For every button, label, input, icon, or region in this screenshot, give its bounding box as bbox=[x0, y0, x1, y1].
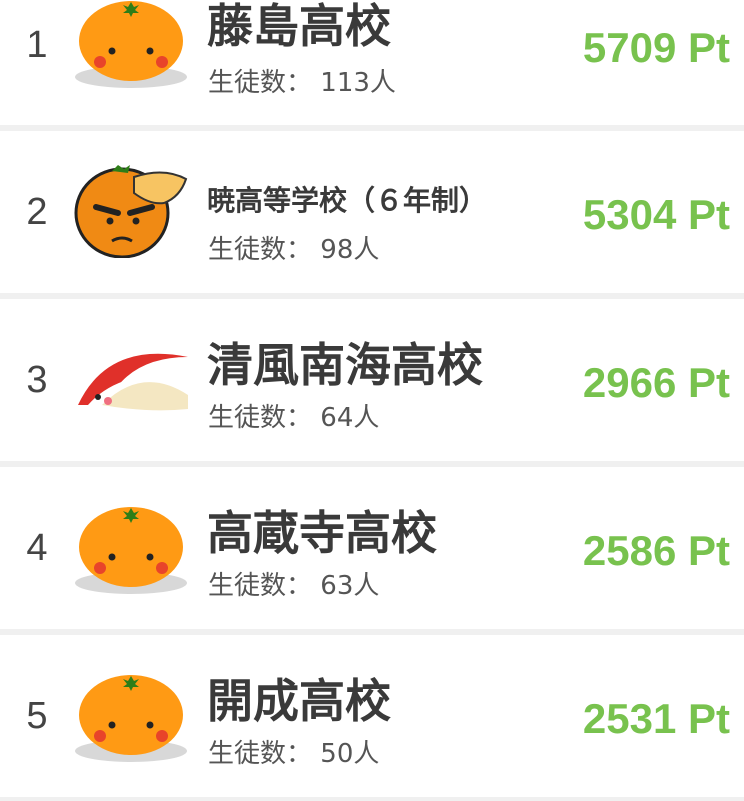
student-count-value: 50人 bbox=[320, 739, 380, 769]
school-name: 藤島高校 bbox=[207, 0, 391, 53]
school-name: 清風南海高校 bbox=[207, 338, 483, 392]
student-count-value: 113人 bbox=[320, 68, 396, 98]
mikan-mascot-icon bbox=[72, 669, 190, 764]
points-value: 2586 Pt bbox=[582, 527, 730, 574]
student-count-label: 生徒数： bbox=[208, 739, 313, 769]
school-ranking-list: 1 藤島高校 生徒数： 113人 5709 Pt 2 暁高等学校（６年制） 生徒… bbox=[0, 0, 744, 801]
student-count: 生徒数： 113人 bbox=[208, 62, 396, 99]
student-count: 生徒数： 63人 bbox=[208, 565, 379, 602]
points-value: 5709 Pt bbox=[582, 24, 730, 71]
rank-number: 3 bbox=[26, 359, 48, 401]
rank-number: 2 bbox=[26, 191, 48, 233]
angry-mikan-mascot-icon bbox=[72, 163, 190, 258]
rank-number: 1 bbox=[26, 24, 48, 66]
points-value: 5304 Pt bbox=[582, 191, 730, 238]
school-name: 高蔵寺高校 bbox=[207, 506, 437, 560]
student-count-label: 生徒数： bbox=[208, 235, 313, 265]
points-value: 2966 Pt bbox=[582, 359, 730, 406]
mikan-mascot-icon bbox=[72, 501, 190, 596]
student-count-value: 64人 bbox=[320, 403, 380, 433]
student-count: 生徒数： 98人 bbox=[208, 229, 379, 266]
white-bird-mascot-icon bbox=[72, 331, 190, 426]
school-name: 暁高等学校（６年制） bbox=[207, 184, 488, 217]
student-count-value: 98人 bbox=[320, 235, 380, 265]
points-value: 2531 Pt bbox=[582, 695, 730, 742]
ranking-row[interactable]: 4 高蔵寺高校 生徒数： 63人 2586 Pt bbox=[0, 467, 744, 629]
ranking-row[interactable]: 2 暁高等学校（６年制） 生徒数： 98人 5304 Pt bbox=[0, 131, 744, 293]
student-count-label: 生徒数： bbox=[208, 571, 313, 601]
ranking-row[interactable]: 5 開成高校 生徒数： 50人 2531 Pt bbox=[0, 635, 744, 797]
ranking-row[interactable]: 1 藤島高校 生徒数： 113人 5709 Pt bbox=[0, 0, 744, 125]
student-count-value: 63人 bbox=[320, 571, 380, 601]
student-count: 生徒数： 50人 bbox=[208, 733, 379, 770]
ranking-row[interactable]: 3 清風南海高校 生徒数： 64人 2966 Pt bbox=[0, 299, 744, 461]
school-name: 開成高校 bbox=[207, 674, 391, 728]
student-count: 生徒数： 64人 bbox=[208, 397, 379, 434]
student-count-label: 生徒数： bbox=[208, 403, 313, 433]
rank-number: 5 bbox=[26, 695, 48, 737]
rank-number: 4 bbox=[26, 527, 48, 569]
mikan-mascot-icon bbox=[72, 0, 190, 90]
student-count-label: 生徒数： bbox=[208, 68, 313, 98]
